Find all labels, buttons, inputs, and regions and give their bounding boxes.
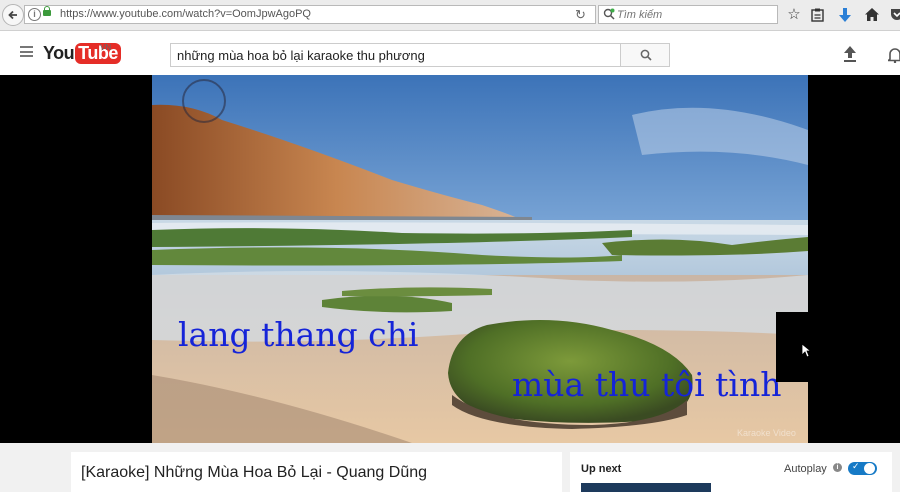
- browser-search-input[interactable]: [617, 7, 767, 22]
- video-player[interactable]: lang thang chi mùa thu tôi tình Karaoke …: [0, 75, 900, 443]
- star-icon[interactable]: ☆: [785, 6, 803, 24]
- video-info-panel: [Karaoke] Những Mùa Hoa Bỏ Lại - Quang D…: [71, 452, 562, 492]
- lyric-line-2: mùa thu tôi tình: [512, 365, 782, 404]
- up-next-label: Up next: [581, 463, 622, 475]
- logo-region-label: VN: [100, 43, 112, 52]
- logo-you-text: You: [43, 42, 75, 63]
- video-title: [Karaoke] Những Mùa Hoa Bỏ Lại - Quang D…: [81, 464, 428, 481]
- url-text[interactable]: https://www.youtube.com/watch?v=OomJpwAg…: [60, 8, 311, 20]
- download-icon[interactable]: [836, 6, 854, 24]
- pocket-icon[interactable]: [888, 6, 900, 24]
- back-arrow-icon: [8, 10, 17, 20]
- search-engine-icon[interactable]: [603, 8, 615, 20]
- channel-watermark-logo[interactable]: [182, 79, 226, 123]
- autoplay-toggle[interactable]: ✓: [848, 461, 877, 475]
- lyric-line-1: lang thang chi: [178, 315, 419, 354]
- notification-bell-icon[interactable]: [888, 47, 900, 63]
- youtube-search-button[interactable]: [620, 43, 670, 67]
- home-icon[interactable]: [863, 6, 881, 24]
- check-icon: ✓: [852, 461, 860, 471]
- clipboard-icon[interactable]: [808, 6, 826, 24]
- browser-toolbar: i https://www.youtube.com/watch?v=OomJpw…: [0, 0, 900, 31]
- video-frame[interactable]: lang thang chi mùa thu tôi tình Karaoke …: [152, 75, 808, 443]
- mouse-cursor-icon: [801, 343, 811, 358]
- youtube-search-input[interactable]: [177, 47, 607, 63]
- autoplay-info-icon[interactable]: i: [833, 463, 842, 472]
- up-next-panel: Up next Autoplay i ✓: [570, 452, 892, 492]
- url-bar[interactable]: i https://www.youtube.com/watch?v=OomJpw…: [24, 5, 596, 24]
- lock-icon: [43, 6, 51, 16]
- youtube-search-box[interactable]: [170, 43, 621, 67]
- guide-menu-icon[interactable]: [20, 46, 33, 57]
- toggle-knob: [863, 462, 876, 475]
- info-icon[interactable]: i: [28, 8, 41, 21]
- up-next-thumbnail[interactable]: [581, 483, 711, 492]
- reload-icon[interactable]: ↻: [575, 7, 586, 23]
- search-icon: [640, 49, 652, 61]
- back-button[interactable]: [2, 4, 24, 26]
- upload-icon[interactable]: [843, 46, 857, 62]
- youtube-header: You Tube VN: [0, 31, 900, 75]
- logo-tube-text: Tube: [75, 42, 121, 64]
- browser-search-box[interactable]: [598, 5, 778, 24]
- video-watermark-text: Karaoke Video: [737, 428, 796, 438]
- autoplay-label: Autoplay: [784, 463, 827, 475]
